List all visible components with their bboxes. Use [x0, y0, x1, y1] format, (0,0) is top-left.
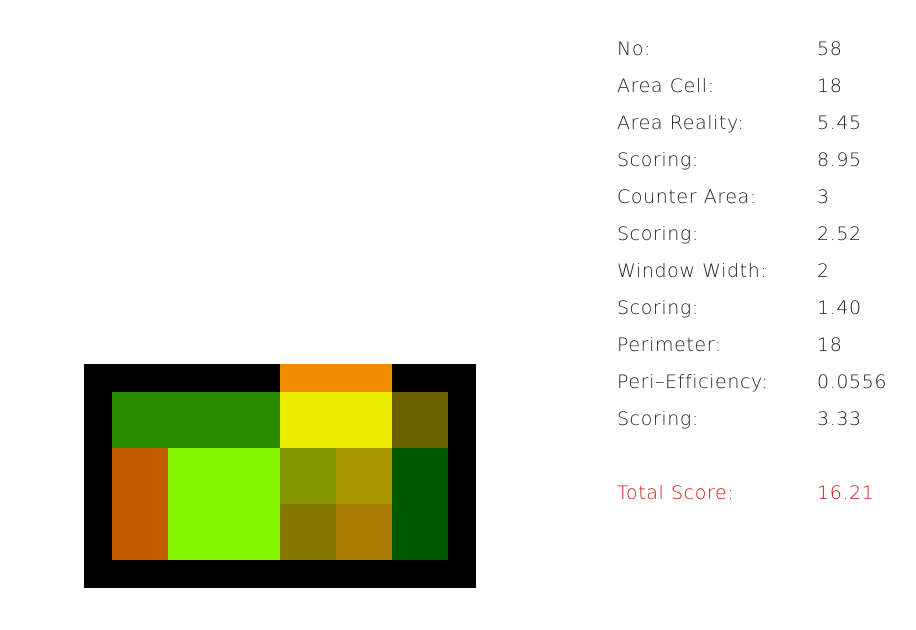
stat-value: 2 [817, 260, 830, 282]
stat-value: 5.45 [817, 112, 862, 134]
stat-value: 8.95 [817, 149, 862, 171]
stat-label: Scoring: [617, 149, 699, 171]
cell-lime [168, 448, 280, 560]
stat-value: 18 [817, 334, 843, 356]
stat-label: Area Reality: [617, 112, 745, 134]
stat-label: Area Cell: [617, 75, 715, 97]
stat-value: 2.52 [817, 223, 862, 245]
stat-label: Scoring: [617, 408, 699, 430]
stat-value: 3 [817, 186, 830, 208]
stat-label: No: [617, 38, 652, 60]
stat-value: 0.0556 [817, 371, 888, 393]
cell-ochre [336, 504, 392, 560]
stat-value: 58 [817, 38, 843, 60]
window-segment [280, 364, 392, 392]
stat-value: 3.33 [817, 408, 862, 430]
cell-olive-brown [280, 504, 336, 560]
total-score-label: Total Score: [617, 482, 735, 504]
cell-forest [392, 448, 448, 560]
cell-yellow [280, 392, 392, 448]
stat-label: Scoring: [617, 297, 699, 319]
cell-orange-brown [112, 448, 168, 560]
cell-green-wide [112, 392, 280, 448]
stat-value: 18 [817, 75, 843, 97]
stat-label: Peri–Efficiency: [617, 371, 769, 393]
stat-label: Scoring: [617, 223, 699, 245]
stat-value: 1.40 [817, 297, 862, 319]
total-score-value: 16.21 [817, 482, 875, 504]
cell-olive [280, 448, 336, 504]
stat-label: Perimeter: [617, 334, 722, 356]
cell-mustard [336, 448, 392, 504]
cell-dark-olive [392, 392, 448, 448]
stat-label: Counter Area: [617, 186, 757, 208]
stat-label: Window Width: [617, 260, 768, 282]
